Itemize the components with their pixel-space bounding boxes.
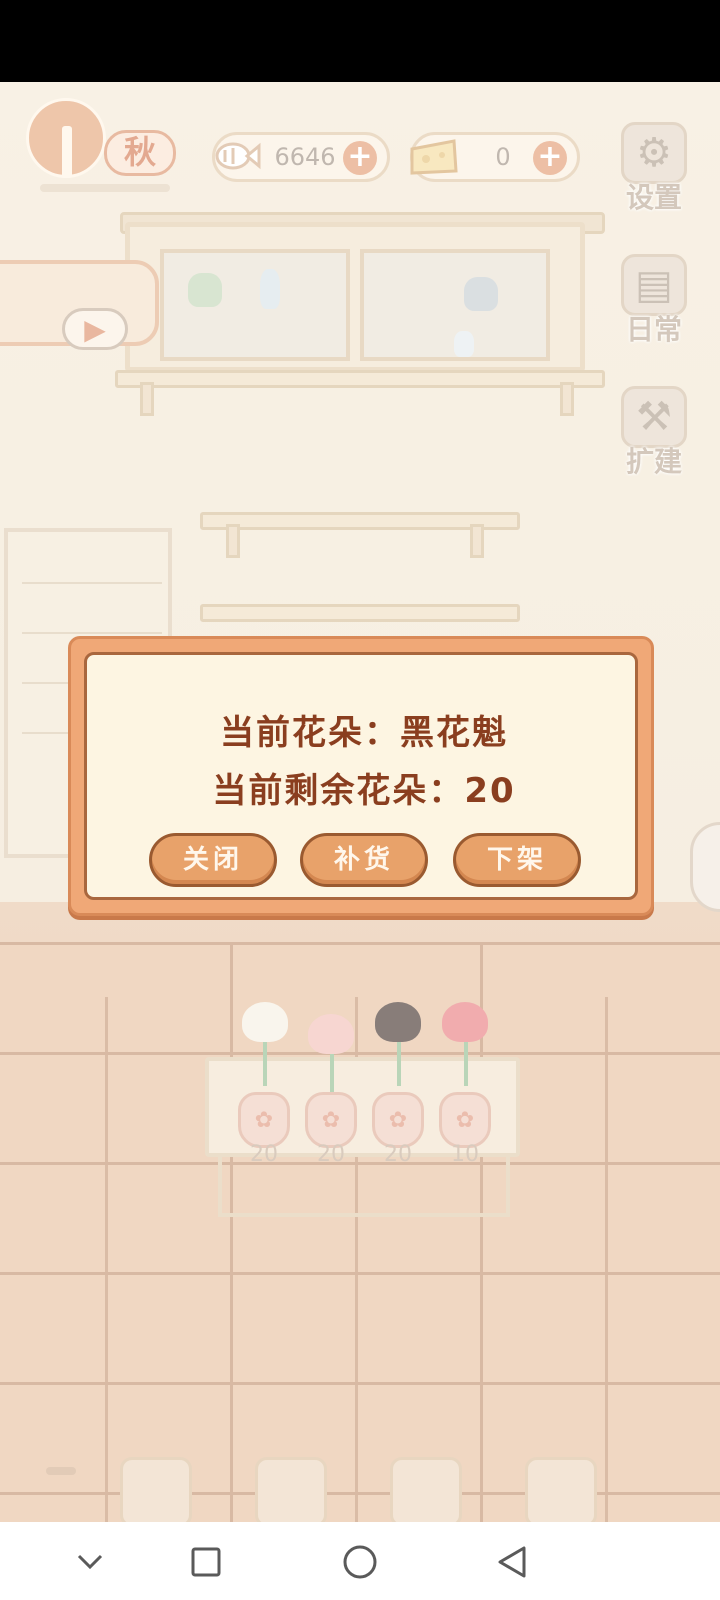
dialog-panel: 当前花朵：黑花魁 当前剩余花朵：20 关闭 补货 下架 <box>84 652 638 900</box>
system-nav-bar <box>0 1522 720 1600</box>
recent-apps-square-icon[interactable] <box>176 1534 236 1590</box>
current-flower-text: 当前花朵：黑花魁 <box>220 713 508 753</box>
close-button[interactable]: 关闭 <box>149 833 277 887</box>
home-circle-icon[interactable] <box>330 1534 390 1590</box>
back-triangle-icon[interactable] <box>482 1534 542 1590</box>
status-bar <box>0 0 720 82</box>
chevron-down-icon[interactable] <box>60 1534 120 1590</box>
flower-info-dialog: 当前花朵：黑花魁 当前剩余花朵：20 关闭 补货 下架 <box>68 636 654 916</box>
restock-button[interactable]: 补货 <box>300 833 428 887</box>
remove-from-shelf-button[interactable]: 下架 <box>453 833 581 887</box>
remaining-flowers-text: 当前剩余花朵：20 <box>212 771 516 811</box>
